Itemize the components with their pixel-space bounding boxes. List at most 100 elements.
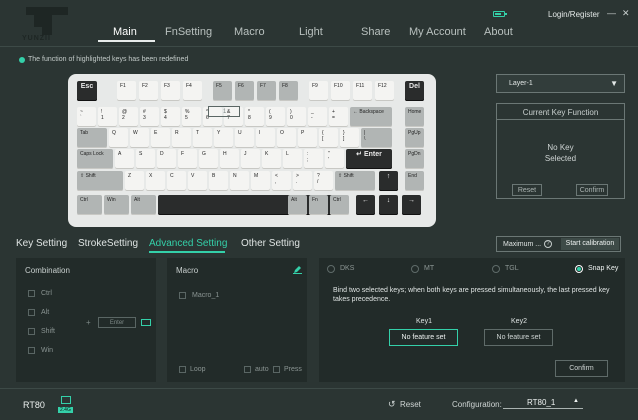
nav-macro[interactable]: Macro: [234, 26, 265, 38]
key-alt[interactable]: Alt: [131, 195, 156, 215]
key--enter[interactable]: ↵ Enter: [346, 149, 392, 169]
win-checkbox[interactable]: [28, 347, 35, 354]
key-fn[interactable]: Fn: [309, 195, 328, 215]
snap-key-radio[interactable]: [575, 265, 583, 273]
current-key-reset-button[interactable]: Reset: [512, 184, 542, 196]
key-alt[interactable]: Alt: [288, 195, 307, 215]
key-x[interactable]: X: [146, 171, 165, 191]
ctrl-checkbox[interactable]: [28, 290, 35, 297]
configuration-select[interactable]: RT80_1 ▲: [503, 397, 583, 409]
tgl-radio[interactable]: [492, 265, 500, 273]
key-p[interactable]: P: [298, 128, 317, 148]
key-u[interactable]: U: [235, 128, 254, 148]
key--1[interactable]: ! 1: [98, 107, 117, 127]
key-s[interactable]: S: [136, 149, 155, 169]
advanced-confirm-button[interactable]: Confirm: [555, 360, 608, 377]
key-caps-lock[interactable]: Caps Lock: [77, 149, 113, 169]
reset-icon[interactable]: ↺: [388, 399, 396, 410]
press-checkbox[interactable]: [273, 366, 280, 373]
tab-key-setting[interactable]: Key Setting: [16, 238, 67, 249]
nav-main[interactable]: Main: [113, 26, 137, 38]
key--[interactable]: + =: [329, 107, 348, 127]
key-end[interactable]: End: [405, 171, 424, 191]
key--[interactable]: | \: [361, 128, 392, 148]
key-q[interactable]: Q: [109, 128, 128, 148]
key-tab[interactable]: Tab: [77, 128, 107, 148]
key-k[interactable]: K: [262, 149, 281, 169]
key-pgup[interactable]: PgUp: [405, 128, 424, 148]
key-c[interactable]: C: [167, 171, 186, 191]
help-icon[interactable]: ?: [544, 240, 552, 248]
maximum-label[interactable]: Maximum ...: [503, 241, 541, 248]
key-row5-9[interactable]: →: [402, 195, 421, 215]
key-i[interactable]: I: [256, 128, 275, 148]
key-v[interactable]: V: [188, 171, 207, 191]
key--5[interactable]: % 5: [182, 107, 201, 127]
key2-slot[interactable]: No feature set: [484, 329, 553, 346]
key-b[interactable]: B: [209, 171, 228, 191]
key-g[interactable]: G: [199, 149, 218, 169]
macro-item-checkbox[interactable]: [179, 292, 186, 299]
key-f9[interactable]: F9: [309, 81, 328, 101]
key-home[interactable]: Home: [405, 107, 424, 127]
key-f10[interactable]: F10: [331, 81, 350, 101]
key--[interactable]: : ;: [304, 149, 323, 169]
key-h[interactable]: H: [220, 149, 239, 169]
key-f3[interactable]: F3: [161, 81, 180, 101]
key--0[interactable]: ) 0: [287, 107, 306, 127]
loop-checkbox[interactable]: [179, 366, 186, 373]
keyboard-icon[interactable]: [141, 319, 151, 326]
tab-advanced-setting[interactable]: Advanced Setting: [149, 238, 227, 249]
key-m[interactable]: M: [251, 171, 270, 191]
key-j[interactable]: J: [241, 149, 260, 169]
key--[interactable]: > .: [293, 171, 312, 191]
key1-slot[interactable]: No feature set: [389, 329, 458, 346]
key-f7[interactable]: F7: [257, 81, 276, 101]
login-register-link[interactable]: Login/Register: [548, 10, 600, 19]
key-w[interactable]: W: [130, 128, 149, 148]
key-f12[interactable]: F12: [375, 81, 394, 101]
key--2[interactable]: @ 2: [119, 107, 138, 127]
key--4[interactable]: $ 4: [161, 107, 180, 127]
reset-button[interactable]: Reset: [400, 400, 421, 409]
key-f11[interactable]: F11: [353, 81, 372, 101]
loop-count-stepper[interactable]: 1: [208, 106, 240, 117]
key--shift[interactable]: ⇧ Shift: [77, 171, 123, 191]
key-row5-7[interactable]: ←: [356, 195, 375, 215]
dks-radio[interactable]: [327, 265, 335, 273]
key-del[interactable]: Del: [405, 81, 424, 101]
nav-about[interactable]: About: [484, 26, 513, 38]
start-calibration-button[interactable]: Start calibration: [561, 238, 619, 250]
key-row4-12[interactable]: ↑: [379, 171, 398, 191]
close-icon[interactable]: ✕: [622, 8, 630, 19]
key-f5[interactable]: F5: [213, 81, 232, 101]
key-f4[interactable]: F4: [183, 81, 202, 101]
combination-key-input[interactable]: Enter: [98, 317, 136, 328]
key-f2[interactable]: F2: [139, 81, 158, 101]
key-f1[interactable]: F1: [117, 81, 136, 101]
key--[interactable]: " ': [325, 149, 344, 169]
key--9[interactable]: ( 9: [266, 107, 285, 127]
current-key-confirm-button[interactable]: Confirm: [576, 184, 608, 196]
nav-share[interactable]: Share: [361, 26, 390, 38]
edit-pen-icon[interactable]: [293, 265, 302, 274]
key-f8[interactable]: F8: [279, 81, 298, 101]
key--shift[interactable]: ⇧ Shift: [335, 171, 375, 191]
key--[interactable]: ? /: [314, 171, 333, 191]
key--[interactable]: { [: [319, 128, 338, 148]
macro-item[interactable]: Macro_1: [192, 292, 219, 299]
key-f[interactable]: F: [178, 149, 197, 169]
key-e[interactable]: E: [151, 128, 170, 148]
key-o[interactable]: O: [277, 128, 296, 148]
key--backspace[interactable]: ← Backspace: [350, 107, 392, 127]
key--[interactable]: ~ `: [77, 107, 96, 127]
key-a[interactable]: A: [115, 149, 134, 169]
key-ctrl[interactable]: Ctrl: [330, 195, 349, 215]
key---[interactable]: _ -: [308, 107, 327, 127]
key-pgdn[interactable]: PgDn: [405, 149, 424, 169]
key-esc[interactable]: Esc: [77, 81, 97, 101]
nav-my-account[interactable]: My Account: [409, 26, 466, 38]
key-l[interactable]: L: [283, 149, 302, 169]
key--8[interactable]: * 8: [245, 107, 264, 127]
layer-select[interactable]: Layer-1 ▼: [496, 74, 625, 93]
